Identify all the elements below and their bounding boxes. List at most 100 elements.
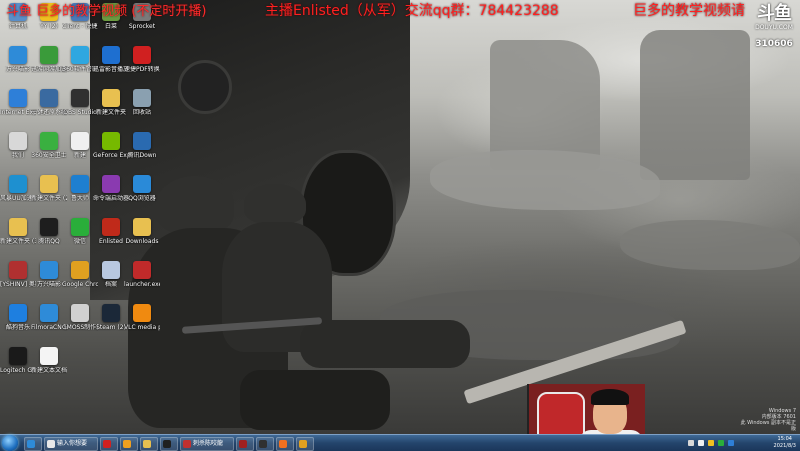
desktop-icon[interactable]: Logitech G HUB <box>0 347 36 374</box>
steam-icon <box>102 304 120 322</box>
taskbar-button[interactable] <box>140 437 158 451</box>
player-icon <box>102 46 120 64</box>
wallpaper-tank-hatch <box>178 60 232 114</box>
wallpaper-soldier-leg <box>300 320 470 368</box>
stream-overlay-right: 巨多的教学视频请 <box>633 3 745 19</box>
desktop-icon[interactable]: Enlisted <box>95 218 127 245</box>
desktop-icon[interactable]: 新建 <box>64 132 96 159</box>
wallpaper-rubble <box>430 150 660 210</box>
clock-date: 2021/8/3 <box>773 443 796 449</box>
desktop-icon[interactable]: Google Chrome <box>62 261 98 288</box>
xunyou-icon <box>40 46 58 64</box>
desktop-icon[interactable]: 我们 <box>2 132 34 159</box>
ludashi-icon <box>71 175 89 193</box>
chat-icon <box>123 440 131 448</box>
desktop-icon[interactable]: 风暴UU加速器 <box>0 175 36 202</box>
watermark-line: 此 Windows 副本不是正版 <box>740 420 797 432</box>
desktop-icon[interactable]: OBS Studio <box>63 89 97 116</box>
douyu-room-number: 310606 <box>755 39 793 49</box>
desktop-icon[interactable]: 回收站 <box>126 89 158 116</box>
desktop-icon[interactable]: 腾讯Down <box>126 132 158 159</box>
document-icon <box>71 132 89 150</box>
wechat-icon <box>71 218 89 236</box>
desktop-icon-label: VLC media player <box>124 324 160 331</box>
webcam-streamer-hair <box>591 389 629 405</box>
desktop-icon[interactable]: 360安全卫士 <box>31 132 67 159</box>
desktop-icon[interactable]: 迅游网游加速器 <box>31 46 67 73</box>
qq-icon <box>163 440 171 448</box>
desktop-icon[interactable]: launcher.exe <box>124 261 160 288</box>
stream-overlay-qq-group: 主播Enlisted（从军）交流qq群：784423288 <box>265 3 559 19</box>
folder-icon <box>9 218 27 236</box>
desktop-icon[interactable]: 腾讯QQ <box>33 218 65 245</box>
taskbar: 输入你想要 刺杀陈咬龍 15:04 2021/8/3 <box>0 434 800 451</box>
game-icon <box>9 261 27 279</box>
clock-time: 15:04 <box>777 436 792 442</box>
vlc-icon <box>133 304 151 322</box>
network-icon[interactable] <box>688 440 694 446</box>
desktop-icon[interactable]: QQ浏览器 <box>126 175 158 202</box>
browser-icon <box>27 440 35 448</box>
taskbar-button[interactable] <box>24 437 42 451</box>
desktop-icon[interactable]: 万兴喵影 <box>33 261 65 288</box>
desktop-icon[interactable]: [YSHINV] 奥斯战地模式 <box>0 261 36 288</box>
desktop-icon[interactable]: 档案 <box>95 261 127 288</box>
pdf-icon <box>133 46 151 64</box>
taskbar-button[interactable] <box>296 437 314 451</box>
desktop-icon[interactable]: 速捷PDF转换器 <box>124 46 160 73</box>
recycle-bin-icon <box>133 89 151 107</box>
desktop-icon-label: 腾讯Down <box>127 152 157 159</box>
flag-icon[interactable] <box>708 440 714 446</box>
taskbar-clock[interactable]: 15:04 2021/8/3 <box>774 436 796 450</box>
douyu-watermark: 斗鱼 DOUYU.COM 310606 <box>749 4 799 56</box>
desktop-icon[interactable]: 新建文本文档 <box>31 347 67 374</box>
start-button[interactable] <box>2 435 18 451</box>
obs-icon <box>259 440 267 448</box>
system-tray: 15:04 2021/8/3 <box>648 435 800 451</box>
qqbrowser-icon <box>133 175 151 193</box>
taskbar-button[interactable] <box>236 437 254 451</box>
desktop-icon-grid: 计算机YY (2)Client - 快捷方式白菜Sprocket万兴喵影迅游网游… <box>0 0 160 434</box>
desktop-icon[interactable]: GMOSS制作器 <box>62 304 98 331</box>
desktop-icon[interactable]: 微信 <box>64 218 96 245</box>
antivirus-tray-icon[interactable] <box>718 440 724 446</box>
desktop-icon[interactable]: 一键还原系统 <box>31 89 67 116</box>
launcher-icon <box>102 175 120 193</box>
folder-icon <box>40 175 58 193</box>
desktop-icon[interactable]: 新建文件夹 (3) <box>0 218 36 245</box>
filmora-icon <box>40 261 58 279</box>
desktop-icon[interactable]: 新建文件夹 (2) <box>31 175 67 202</box>
desktop-icon[interactable]: 360软件管家 <box>62 46 98 73</box>
desktop-icon[interactable]: 迅雷影音播放器 <box>93 46 129 73</box>
desktop-icon-label: 回收站 <box>132 109 151 116</box>
kugou-icon <box>9 304 27 322</box>
desktop-icon[interactable]: Downloads <box>126 218 158 245</box>
desktop-icon[interactable]: VLC media player <box>124 304 160 331</box>
desktop-icon[interactable]: 酷狗音乐 <box>2 304 34 331</box>
text-file-icon <box>40 347 58 365</box>
logitech-icon <box>9 347 27 365</box>
wallpaper-rubble <box>620 220 800 270</box>
desktop-icon[interactable]: Internet Explorer <box>0 89 36 116</box>
desktop-icon[interactable]: Steam (2) <box>95 304 127 331</box>
stream-overlay-left: 斗鱼 巨多的教学视频 (不定时开播) <box>6 4 207 19</box>
desktop-icon-label: 速捷PDF转换器 <box>124 66 160 73</box>
document-icon <box>9 132 27 150</box>
desktop-icon[interactable]: GeForce Experience <box>93 132 129 159</box>
desktop-icon[interactable]: 万兴喵影 <box>2 46 34 73</box>
taskbar-button[interactable] <box>120 437 138 451</box>
taskbar-button[interactable] <box>100 437 118 451</box>
taskbar-button[interactable] <box>256 437 274 451</box>
ime-icon[interactable] <box>728 440 734 446</box>
taskbar-button-label: 输入你想要 <box>57 440 88 447</box>
desktop-icon[interactable]: 新建文件夹 <box>95 89 127 116</box>
desktop-icon[interactable]: 命令端启动器 <box>93 175 129 202</box>
taskbar-button[interactable]: 刺杀陈咬龍 <box>180 437 234 451</box>
taskbar-button[interactable]: 输入你想要 <box>44 437 98 451</box>
taskbar-button[interactable] <box>276 437 294 451</box>
desktop-icon-label: 新建文本文档 <box>31 367 67 374</box>
desktop-icon[interactable]: FilmoraCN 快捷方式 <box>31 304 67 331</box>
desktop-icon[interactable]: 鲁大师 <box>64 175 96 202</box>
taskbar-button[interactable] <box>160 437 178 451</box>
volume-icon[interactable] <box>698 440 704 446</box>
